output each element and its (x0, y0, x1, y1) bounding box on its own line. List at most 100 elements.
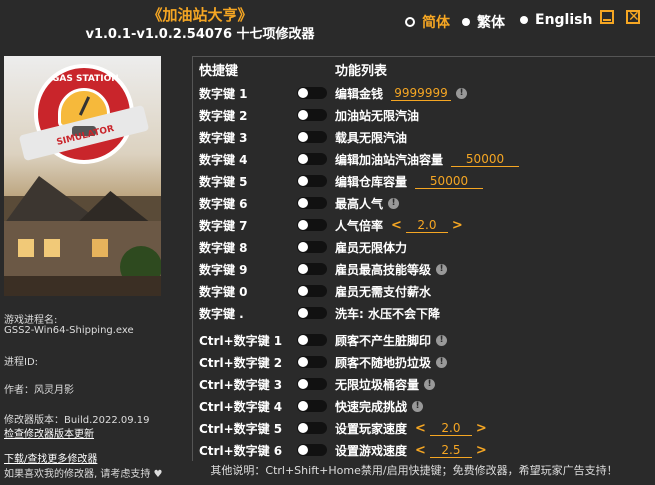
cheat-label: 人气倍率 (335, 218, 384, 233)
cheat-toggle[interactable] (297, 153, 327, 165)
cheat-toggle[interactable] (297, 334, 327, 346)
lang-english[interactable]: English (520, 12, 592, 28)
hotkey-label: 数字键 4 (199, 152, 248, 167)
value-stepper: <2.0 > (391, 218, 463, 233)
hotkey-label: 数字键 3 (199, 130, 248, 145)
info-icon[interactable]: ! (436, 263, 448, 275)
function-header: 功能列表 (335, 64, 388, 79)
info-icon[interactable]: ! (436, 334, 448, 346)
radio-icon (462, 18, 470, 26)
check-update-link[interactable]: 检查修改器版本更新 (4, 425, 94, 440)
cheat-row: 数字键 1 编辑金钱 9999999! (199, 83, 649, 103)
cheat-row: 数字键 2 加油站无限汽油 (199, 105, 649, 125)
panel-divider-vertical (192, 56, 193, 461)
footer-note: 其他说明：Ctrl+Shift+Home禁用/启用快捷键；免费修改器，希望玩家广… (210, 464, 618, 477)
minimize-button[interactable] (600, 10, 614, 24)
download-more-link[interactable]: 下载/查找更多修改器 (4, 450, 97, 465)
cheat-toggle[interactable] (297, 219, 327, 231)
game-title: 《加油站大亨》 (147, 6, 253, 24)
stepper-value[interactable]: 2.0 (429, 421, 472, 436)
title-block: 《加油站大亨》 v1.0.1-v1.0.2.54076 十七项修改器 (0, 6, 400, 44)
hotkey-header: 快捷键 (199, 64, 239, 79)
close-button[interactable]: ✕ (626, 10, 640, 24)
increase-arrow-icon[interactable]: > (452, 218, 463, 233)
cheat-label: 雇员无需支付薪水 (335, 284, 432, 299)
increase-arrow-icon[interactable]: > (476, 443, 487, 458)
cheat-toggle[interactable] (297, 307, 327, 319)
cheat-toggle[interactable] (297, 175, 327, 187)
cheat-row: 数字键 5 编辑仓库容量 50000 (199, 171, 649, 191)
cheat-row: Ctrl+数字键 4 快速完成挑战! (199, 396, 649, 416)
cheat-toggle[interactable] (297, 356, 327, 368)
hotkey-label: 数字键 . (199, 306, 244, 321)
cheat-row: 数字键 7 人气倍率 <2.0 > (199, 215, 649, 235)
hotkey-label: Ctrl+数字键 2 (199, 355, 283, 370)
decrease-arrow-icon[interactable]: < (391, 218, 402, 233)
info-icon[interactable]: ! (388, 197, 400, 209)
decrease-arrow-icon[interactable]: < (415, 443, 426, 458)
cheat-label: 编辑加油站汽油容量 (335, 152, 444, 167)
cheat-row: 数字键 9 雇员最高技能等级! (199, 259, 649, 279)
cheat-label: 顾客不产生脏脚印 (335, 333, 432, 348)
value-input[interactable]: 50000 (415, 174, 484, 189)
cheat-row: 数字键 0 雇员无需支付薪水 (199, 281, 649, 301)
stepper-value[interactable]: 2.0 (405, 218, 448, 233)
cheat-toggle[interactable] (297, 444, 327, 456)
stepper-value[interactable]: 2.5 (429, 443, 472, 458)
cheat-toggle[interactable] (297, 241, 327, 253)
value-input[interactable]: 9999999 (391, 86, 452, 101)
hotkey-label: Ctrl+数字键 1 (199, 333, 283, 348)
cheat-toggle[interactable] (297, 400, 327, 412)
trainer-window: 《加油站大亨》 v1.0.1-v1.0.2.54076 十七项修改器 简体 繁体… (0, 0, 655, 485)
value-stepper: <2.0 > (415, 421, 487, 436)
cheat-toggle[interactable] (297, 422, 327, 434)
cheat-label: 顾客不随地扔垃圾 (335, 355, 432, 370)
pid-label: 进程ID: (4, 357, 39, 368)
cheat-label: 加油站无限汽油 (335, 108, 420, 123)
value-input[interactable]: 50000 (451, 152, 520, 167)
cheat-label: 设置游戏速度 (335, 443, 408, 458)
panel-divider (192, 56, 655, 57)
trainer-subtitle: v1.0.1-v1.0.2.54076 十七项修改器 (85, 27, 315, 42)
info-icon[interactable]: ! (412, 400, 424, 412)
cheat-row: 数字键 . 洗车: 水压不会下降 (199, 303, 649, 323)
cheat-toggle[interactable] (297, 378, 327, 390)
hotkey-label: 数字键 2 (199, 108, 248, 123)
hotkey-label: 数字键 5 (199, 174, 248, 189)
hotkey-label: 数字键 8 (199, 240, 248, 255)
info-icon[interactable]: ! (424, 378, 436, 390)
cheat-toggle[interactable] (297, 87, 327, 99)
cheat-row: Ctrl+数字键 5 设置玩家速度 <2.0 > (199, 418, 649, 438)
cheat-label: 洗车: 水压不会下降 (335, 306, 440, 321)
cheat-row: Ctrl+数字键 6 设置游戏速度 <2.5 > (199, 440, 649, 460)
hotkey-label: 数字键 9 (199, 262, 248, 277)
author-text: 作者：风灵月影 (4, 385, 74, 396)
decrease-arrow-icon[interactable]: < (415, 421, 426, 436)
process-label: 游戏进程名: (4, 315, 58, 326)
cheat-row: 数字键 4 编辑加油站汽油容量 50000 (199, 149, 649, 169)
cheat-toggle[interactable] (297, 109, 327, 121)
cheat-toggle[interactable] (297, 285, 327, 297)
value-stepper: <2.5 > (415, 443, 487, 458)
cheat-label: 编辑仓库容量 (335, 174, 408, 189)
hotkey-label: 数字键 6 (199, 196, 248, 211)
cheat-toggle[interactable] (297, 263, 327, 275)
cheat-row: Ctrl+数字键 2 顾客不随地扔垃圾! (199, 352, 649, 372)
cheat-toggle[interactable] (297, 131, 327, 143)
hotkey-label: 数字键 1 (199, 86, 248, 101)
cheat-label: 无限垃圾桶容量 (335, 377, 420, 392)
lang-simplified[interactable]: 简体 (405, 12, 450, 32)
lang-label: 繁体 (477, 15, 505, 31)
info-icon[interactable]: ! (456, 87, 468, 99)
increase-arrow-icon[interactable]: > (476, 421, 487, 436)
cheat-toggle[interactable] (297, 197, 327, 209)
cheat-label: 雇员无限体力 (335, 240, 408, 255)
lang-traditional[interactable]: 繁体 (462, 12, 505, 32)
game-cover-image: GAS STATION SIMULATOR (4, 56, 161, 296)
cheat-label: 编辑金钱 (335, 86, 384, 101)
cheat-label: 雇员最高技能等级 (335, 262, 432, 277)
cheat-row: 数字键 8 雇员无限体力 (199, 237, 649, 257)
info-icon[interactable]: ! (436, 356, 448, 368)
radio-selected-icon (405, 17, 415, 27)
hotkey-label: Ctrl+数字键 4 (199, 399, 283, 414)
